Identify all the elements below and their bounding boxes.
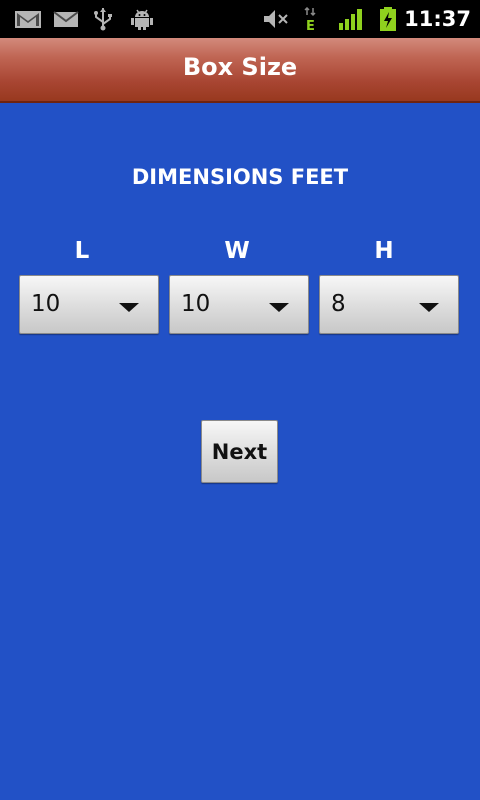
length-value: 10 bbox=[31, 291, 61, 317]
width-value: 10 bbox=[181, 291, 211, 317]
length-label: L bbox=[74, 238, 90, 264]
length-spinner[interactable]: 10 bbox=[19, 275, 159, 334]
height-spinner[interactable]: 8 bbox=[319, 275, 459, 334]
page-title: Box Size bbox=[182, 53, 298, 81]
signal-icon bbox=[339, 9, 362, 30]
usb-icon bbox=[94, 8, 112, 31]
svg-text:E: E bbox=[306, 19, 315, 31]
chevron-down-icon bbox=[119, 303, 139, 312]
battery-charging-icon bbox=[380, 7, 396, 31]
mute-icon bbox=[264, 10, 288, 28]
android-debug-icon bbox=[131, 9, 153, 30]
status-bar: E 11:37 bbox=[0, 0, 480, 38]
edge-data-icon: E bbox=[304, 7, 316, 31]
email-icon bbox=[53, 11, 79, 27]
chevron-down-icon bbox=[419, 303, 439, 312]
dimensions-heading: DIMENSIONS FEET bbox=[131, 165, 349, 189]
gmail-icon bbox=[15, 11, 41, 28]
height-label: H bbox=[374, 238, 394, 264]
width-label: W bbox=[224, 238, 250, 264]
next-button[interactable]: Next bbox=[201, 420, 278, 483]
height-value: 8 bbox=[331, 291, 346, 317]
title-bar: Box Size bbox=[0, 38, 480, 103]
width-spinner[interactable]: 10 bbox=[169, 275, 309, 334]
clock-time: 11:37 bbox=[404, 7, 471, 31]
chevron-down-icon bbox=[269, 303, 289, 312]
